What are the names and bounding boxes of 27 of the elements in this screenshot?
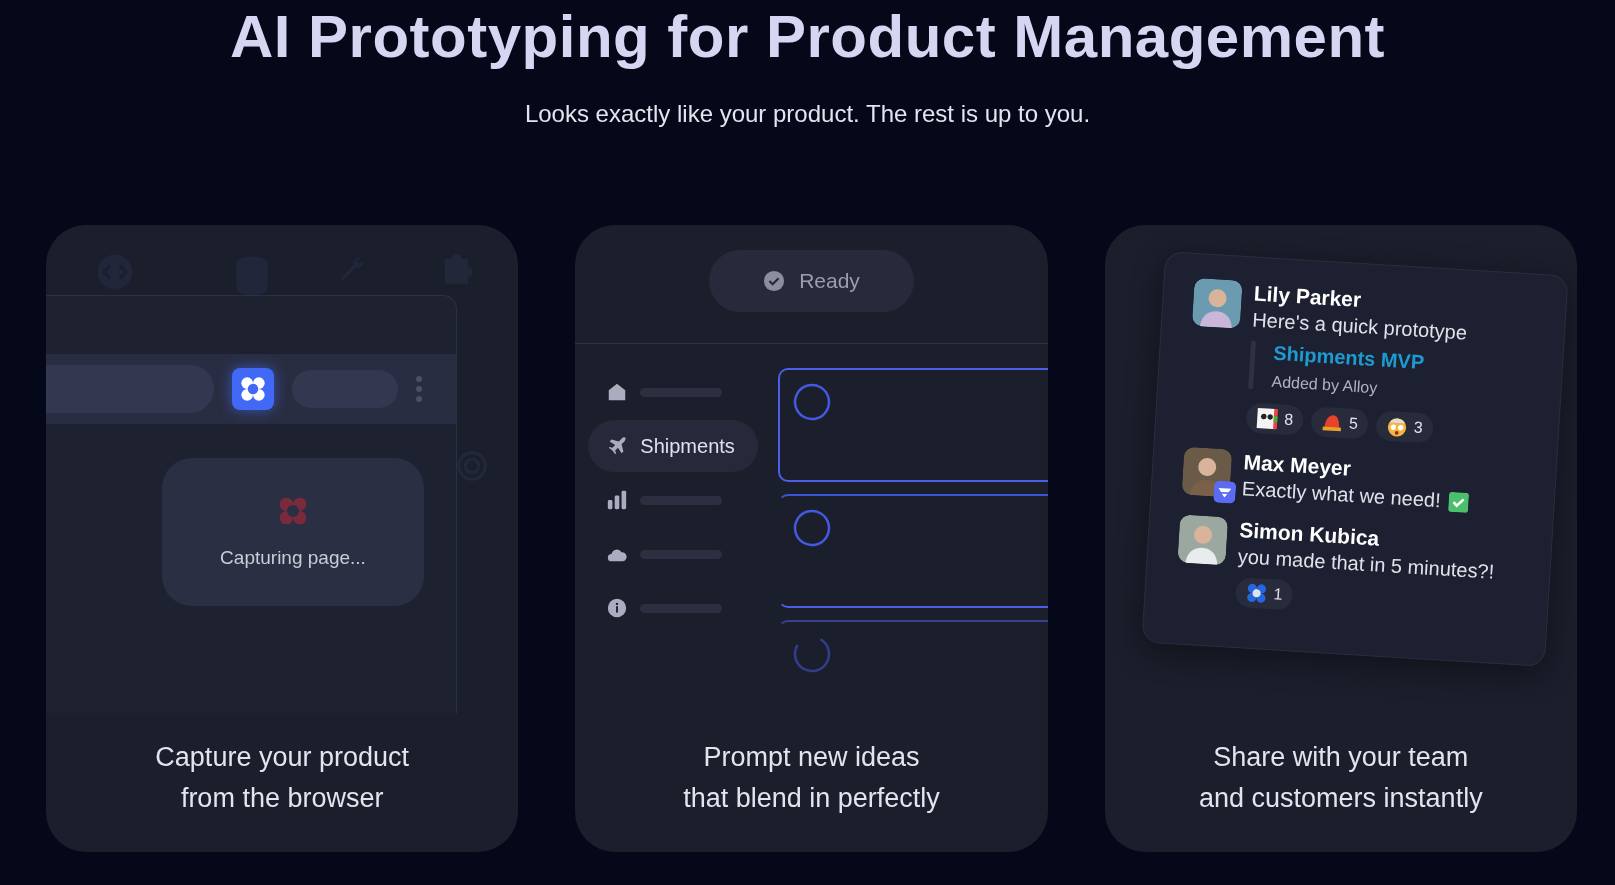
reaction-button[interactable]: 1 — [1234, 577, 1294, 611]
capture-button[interactable] — [232, 368, 274, 410]
page-title: AI Prototyping for Product Management — [229, 2, 1386, 71]
capture-icon — [239, 375, 267, 403]
card-caption: Share with your team and customers instantly — [1199, 741, 1483, 815]
bar-chart-icon — [606, 489, 629, 511]
status-pill: Ready — [709, 250, 914, 312]
attachment-source: Added by Alloy — [1270, 372, 1379, 399]
more-icon[interactable] — [416, 376, 422, 402]
nav-item[interactable]: Shipments — [588, 420, 759, 472]
info-icon — [606, 597, 629, 619]
card-caption: Prompt new ideas that blend in perfectly — [683, 741, 940, 815]
alloy-icon — [1244, 581, 1268, 605]
page-subtitle: Looks exactly like your product. The rest is up to you. — [524, 100, 1091, 128]
author-name: Max Meyer — [1242, 450, 1353, 481]
card-caption: Capture your product from the browser — [155, 741, 409, 815]
reaction-button[interactable]: 3 — [1374, 410, 1434, 444]
sticker-icon — [1255, 406, 1279, 431]
list-row[interactable] — [778, 368, 1048, 482]
capture-status: Capturing page... — [220, 547, 366, 569]
spinner-icon — [792, 382, 833, 422]
check-icon — [763, 270, 786, 292]
check-emoji-icon — [1447, 491, 1469, 513]
spinner-icon — [792, 508, 833, 548]
reaction-button[interactable]: 5 — [1309, 406, 1369, 440]
capture-logo-icon — [277, 495, 309, 527]
reaction-button[interactable]: 8 — [1245, 402, 1304, 436]
